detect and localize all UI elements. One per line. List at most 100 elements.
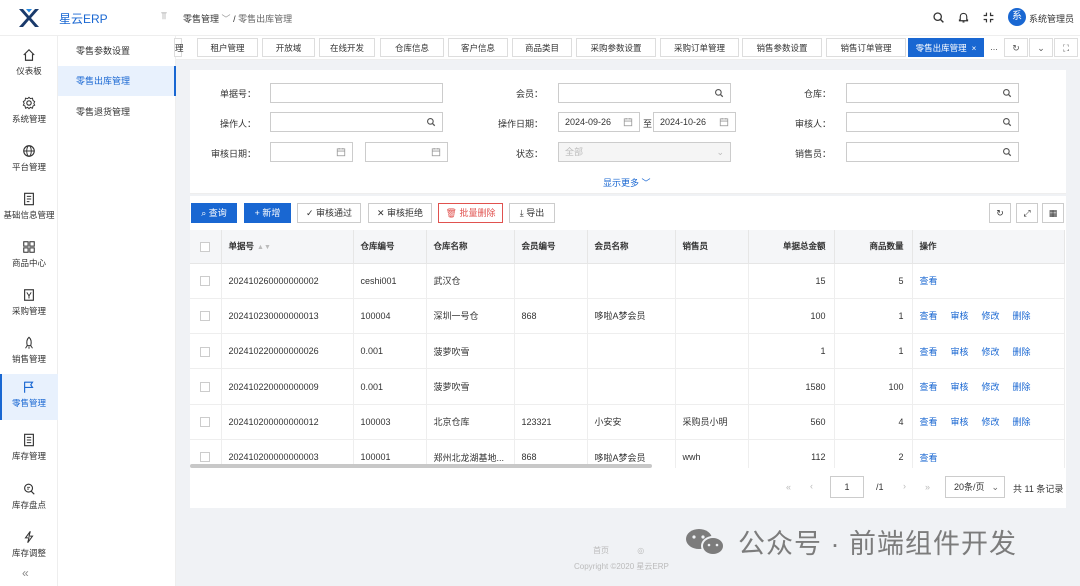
edit-link[interactable]: 修改 [982,417,1000,427]
select-all-checkbox[interactable] [190,230,222,264]
row-checkbox[interactable] [190,298,222,335]
nav-product-center[interactable]: 商品中心 [0,234,58,280]
audit-date-end-input[interactable] [365,142,448,162]
op-date-end-input[interactable]: 2024-10-26 [653,112,736,132]
submenu-item-retail-return[interactable]: 零售退货管理 [58,97,176,127]
seller-input[interactable] [846,142,1019,162]
github-icon[interactable]: ◎ [637,546,644,555]
tab-partial[interactable]: 理 [174,38,184,57]
tab-retail-outbound[interactable]: 零售出库管理 × [908,38,984,57]
tab-product-category[interactable]: 商品类目 [512,38,572,57]
show-more-link[interactable]: 显示更多 ﹀ [603,176,651,189]
tab-sales-orders[interactable]: 销售订单管理 [826,38,906,57]
footer-home-link[interactable]: 首页 [593,546,609,555]
delete-link[interactable]: 删除 [1013,347,1031,357]
cell-qty: 4 [834,404,913,440]
approve-button[interactable]: ✓ 审核通过 [297,203,361,223]
op-date-start-input[interactable]: 2024-09-26 [558,112,640,132]
row-checkbox[interactable] [190,333,222,370]
refresh-tab-icon[interactable]: ↻ [1004,38,1028,57]
view-link[interactable]: 查看 [920,311,938,321]
more-tabs-icon[interactable]: ... [985,38,1003,57]
query-button[interactable]: ⌕ 查询 [191,203,237,223]
nav-inventory[interactable]: 库存管理 [0,427,58,473]
view-link[interactable]: 查看 [920,453,938,463]
status-select[interactable]: 全部 ⌄ [558,142,731,162]
reject-button[interactable]: ✕ 审核拒绝 [368,203,432,223]
submenu-item-retail-outbound[interactable]: 零售出库管理 [58,66,176,96]
audit-link[interactable]: 审核 [951,311,969,321]
chevron-down-icon[interactable]: ⌄ [1029,38,1053,57]
row-checkbox[interactable] [190,404,222,440]
sort-icon[interactable]: ▲▼ [257,244,271,251]
first-page-icon[interactable]: « [786,482,791,492]
page-input[interactable]: 1 [830,476,864,498]
fullscreen-icon[interactable] [982,11,995,24]
member-input[interactable] [558,83,731,103]
nav-sales[interactable]: 销售管理 [0,330,58,376]
nav-stock-adjust[interactable]: 库存调整 [0,524,58,570]
edit-link[interactable]: 修改 [982,311,1000,321]
submenu-item-retail-params[interactable]: 零售参数设置 [58,36,176,66]
edit-link[interactable]: 修改 [982,347,1000,357]
table-row: 202410220000000009 0.001 菠萝吹雪 1580 100 查看 审核 修改… [190,368,1065,405]
search-icon [715,89,724,98]
tab-online-dev[interactable]: 在线开发 [319,38,375,57]
maximize-icon[interactable]: ⛶ [1054,38,1078,57]
cell-actions: 查看 [912,263,1065,299]
export-button[interactable]: ⤓ 导出 [509,203,555,223]
audit-link[interactable]: 审核 [951,382,969,392]
audit-link[interactable]: 审核 [951,417,969,427]
bell-icon[interactable] [957,11,970,24]
nav-stocktake[interactable]: 库存盘点 [0,476,58,522]
fullscreen-icon[interactable]: ⤢ [1016,203,1038,223]
add-button[interactable]: + 新增 [244,203,291,223]
nav-dashboard[interactable]: 仪表板 [0,42,58,88]
order-no-input[interactable] [270,83,443,103]
refresh-icon[interactable]: ↻ [989,203,1011,223]
tab-purchase-orders[interactable]: 采购订单管理 [660,38,739,57]
row-checkbox[interactable] [190,263,222,299]
tab-warehouse-info[interactable]: 仓库信息 [380,38,444,57]
view-link[interactable]: 查看 [920,276,938,286]
col-order-no[interactable]: 单据号 ▲▼ [221,230,354,264]
row-checkbox[interactable] [190,368,222,405]
nav-system[interactable]: 系统管理 [0,90,58,136]
username[interactable]: 系统管理员 [1029,12,1074,25]
tab-purchase-params[interactable]: 采购参数设置 [576,38,656,57]
view-link[interactable]: 查看 [920,347,938,357]
tab-customer-info[interactable]: 客户信息 [448,38,508,57]
auditor-input[interactable] [846,112,1019,132]
avatar[interactable]: 系 [1008,8,1026,26]
delete-link[interactable]: 删除 [1013,311,1031,321]
tab-tenant[interactable]: 租户管理 [197,38,258,57]
batch-delete-button[interactable]: 🗑 批量删除 [438,203,503,223]
view-link[interactable]: 查看 [920,382,938,392]
page-size-select[interactable]: 20条/页 ⌄ [945,476,1005,498]
edit-link[interactable]: 修改 [982,382,1000,392]
delete-link[interactable]: 删除 [1013,417,1031,427]
tab-open-domain[interactable]: 开放域 [262,38,315,57]
delete-link[interactable]: 删除 [1013,382,1031,392]
operator-input[interactable] [270,112,443,132]
column-settings-icon[interactable]: ▦ [1042,203,1064,223]
last-page-icon[interactable]: » [925,482,930,492]
cell-no: 202410200000000012 [221,404,354,440]
submenu: 零售参数设置 零售出库管理 零售退货管理 [58,36,176,586]
view-link[interactable]: 查看 [920,417,938,427]
breadcrumb-parent[interactable]: 零售管理 [183,14,219,24]
warehouse-input[interactable] [846,83,1019,103]
audit-date-start-input[interactable] [270,142,353,162]
audit-link[interactable]: 审核 [951,347,969,357]
nav-platform[interactable]: 平台管理 [0,138,58,184]
nav-purchase[interactable]: 采购管理 [0,282,58,328]
next-page-icon[interactable]: › [903,481,906,491]
pin-icon[interactable]: ⫪ [161,11,167,22]
prev-page-icon[interactable]: ‹ [810,481,813,491]
search-icon[interactable] [932,11,945,24]
close-icon[interactable]: × [972,44,977,53]
collapse-nav-icon[interactable]: « [22,566,29,580]
nav-retail[interactable]: 零售管理 [0,374,58,420]
tab-sales-params[interactable]: 销售参数设置 [742,38,822,57]
nav-basic-info[interactable]: 基础信息管理 [0,186,58,232]
